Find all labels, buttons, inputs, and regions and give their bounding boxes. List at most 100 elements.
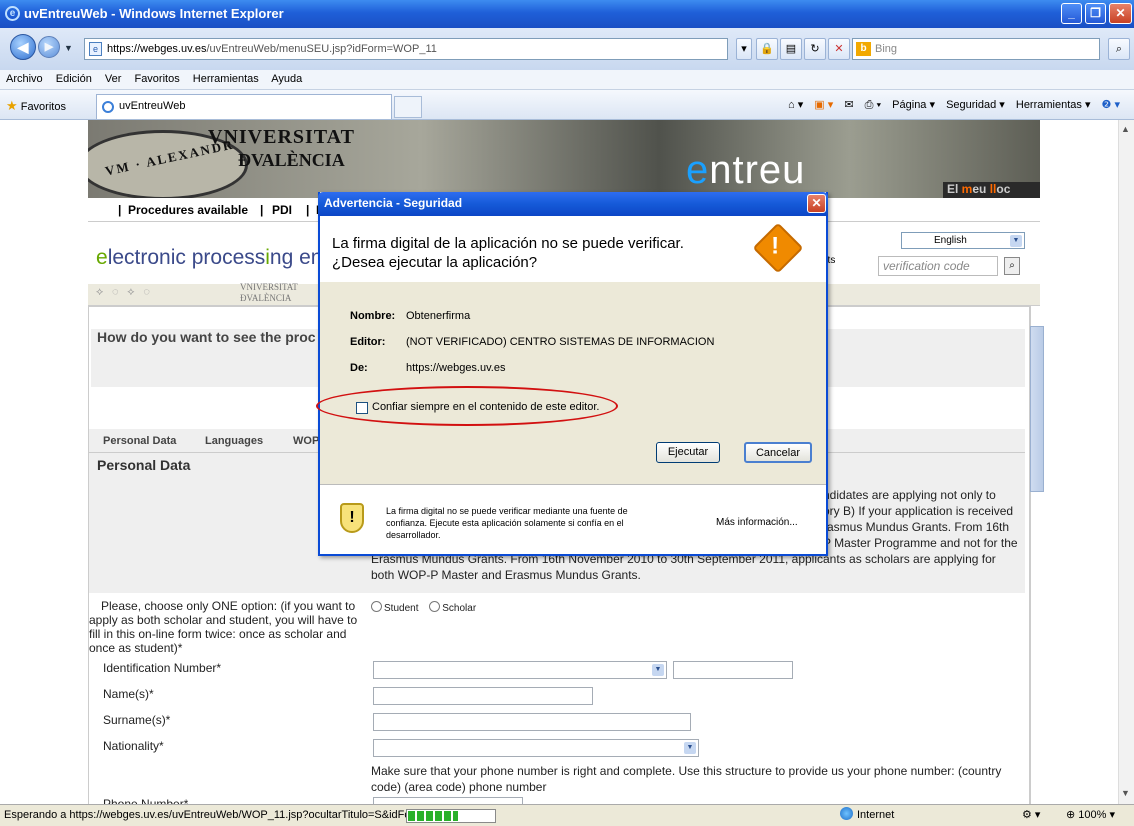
security-zone[interactable]: Internet [840,805,894,825]
status-bar: Esperando a https://webges.uv.es/uvEntre… [0,804,1134,826]
id-number-input[interactable] [673,661,793,679]
radio-scholar-circle[interactable] [429,601,441,612]
language-select[interactable]: English [901,232,1025,249]
radio-student-circle[interactable] [371,601,382,612]
stop-icon[interactable]: ✕ [828,38,850,60]
menu-item-ayuda[interactable]: Ayuda [271,73,302,85]
info-line: P Master Programme and not for the [823,536,1018,550]
name-input[interactable] [373,687,593,705]
option-line: once as student)* [89,641,183,655]
nationality-label: Nationality* [103,739,164,753]
verification-code-input[interactable]: verification code [878,256,998,276]
nationality-select[interactable] [373,739,699,757]
id-number-label: Identification Number* [103,661,222,675]
slogan-part: oc [996,182,1011,196]
small-logo-line1: VNIVERSITAT [240,282,298,292]
menu-item-favoritos[interactable]: Favoritos [134,73,179,85]
favorites-button[interactable]: ★ Favoritos [6,98,66,114]
small-logo-line2: ÐVALÈNCIA [240,293,292,303]
detail-row-name: Nombre: Obtenerfirma [350,310,470,322]
detail-row-editor: Editor: (NOT VERIFICADO) CENTRO SISTEMAS … [350,336,714,348]
slogan: El meu lloc personal [943,182,1040,198]
favorites-star-icon: ★ [6,98,18,113]
radio-student[interactable]: Student [371,601,418,614]
mail-icon[interactable]: ✉ [844,99,853,111]
menu-item-archivo[interactable]: Archivo [6,73,43,85]
back-arrow-icon[interactable]: ◀ [10,34,36,60]
command-pagina[interactable]: Página ▾ [892,99,935,111]
surname-input[interactable] [373,713,691,731]
browser-tab[interactable]: uvEntreuWeb [96,94,392,119]
verify-search-icon[interactable]: ⌕ [1004,257,1020,275]
page-scrollbar[interactable]: ▲ ▼ [1118,120,1134,804]
zoom-level[interactable]: ⊕ 100% ▾ [1066,805,1115,825]
slogan-part: El [947,182,962,196]
dialog-close-icon[interactable]: ✕ [807,194,826,213]
command-seguridad[interactable]: Seguridad ▾ [946,99,1005,111]
refresh-icon[interactable]: ↻ [804,38,826,60]
small-university-logo: VNIVERSITAT ÐVALÈNCIA [240,282,298,304]
favorites-label: Favoritos [20,101,66,113]
info-line: ory B) If your application is received [823,504,1014,518]
close-icon[interactable]: ✕ [1109,3,1132,24]
seal-watermark-icon: ⟡ ◌ ⟡ ◌ [96,286,153,298]
nav-procedures-available[interactable]: Procedures available [128,198,248,222]
search-input[interactable]: b Bing [852,38,1100,60]
history-dropdown-icon[interactable]: ▼ [64,43,73,53]
language-selected: English [934,235,967,246]
menu-bar: Archivo Edición Ver Favoritos Herramient… [0,70,1134,90]
radio-scholar[interactable]: Scholar [429,601,477,614]
radio-group: Student Scholar [371,601,476,614]
scroll-up-icon[interactable]: ▲ [1121,124,1130,134]
cancel-button[interactable]: Cancelar [744,442,812,463]
nav-separator: | [260,203,264,217]
forward-arrow-icon[interactable]: ▶ [38,36,60,58]
help-icon[interactable]: ❷ ▾ [1102,99,1120,111]
feeds-icon[interactable]: ▣ ▾ [814,99,833,111]
dialog-titlebar[interactable]: Advertencia - Seguridad ✕ [318,192,828,216]
address-bar[interactable]: e https://webges.uv.es/uvEntreuWeb/menuS… [84,38,728,60]
menu-item-herramientas[interactable]: Herramientas [193,73,259,85]
print-icon[interactable]: ⎙ ▾ [865,99,881,111]
compatibility-icon[interactable]: ▤ [780,38,802,60]
tab-personal-data[interactable]: Personal Data [103,429,176,453]
slogan-part: m [961,182,973,196]
title-part: n [269,246,282,269]
more-info-link[interactable]: Más información... [716,517,798,528]
home-icon[interactable]: ⌂ ▾ [788,99,803,111]
command-herramientas[interactable]: Herramientas ▾ [1016,99,1091,111]
highlight-ellipse [316,386,618,426]
title-part: e [96,246,108,269]
restore-icon[interactable]: ❐ [1085,3,1106,24]
info-line: both WOP-P Master and Erasmus Mundus Gra… [371,568,641,582]
search-icon[interactable]: ⌕ [1108,38,1130,60]
protected-mode-icon[interactable]: ⚙ ▾ [1022,805,1040,825]
new-tab-button[interactable] [394,96,422,118]
radio-scholar-label: Scholar [442,603,477,614]
id-type-select[interactable] [373,661,667,679]
scroll-down-icon[interactable]: ▼ [1121,788,1130,798]
progress-fill [408,811,458,821]
title-part: lectronic process [107,246,266,269]
window-titlebar[interactable]: e uvEntreuWeb - Windows Internet Explore… [0,0,1134,28]
entreu-logo: entreu [686,148,805,193]
page-icon: e [89,42,102,56]
minimize-icon[interactable]: _ [1061,3,1082,24]
globe-icon [840,807,853,820]
nav-pdi[interactable]: PDI [272,198,292,222]
info-line: rasmus Mundus Grants. From 16th [823,520,1010,534]
surname-label: Surname(s)* [103,713,171,727]
university-name-line2: ÐVALÈNCIA [238,150,345,170]
address-dropdown-icon[interactable]: ▾ [736,38,752,60]
lock-icon[interactable]: 🔒 [756,38,778,60]
detail-row-from: De: https://webges.uv.es [350,362,505,374]
tab-languages[interactable]: Languages [205,429,263,453]
name-label: Name(s)* [103,687,154,701]
menu-item-ver[interactable]: Ver [105,73,122,85]
form-scrollbar-thumb[interactable] [1030,326,1044,492]
menu-item-edicion[interactable]: Edición [56,73,92,85]
phone-note-line: Make sure that your phone number is righ… [371,764,1002,778]
name-field-value: Obtenerfirma [406,310,471,322]
run-button[interactable]: Ejecutar [656,442,720,463]
command-bar: ⌂ ▾ ▣ ▾ ✉ ⎙ ▾ Página ▾ Seguridad ▾ Herra… [780,98,1120,112]
